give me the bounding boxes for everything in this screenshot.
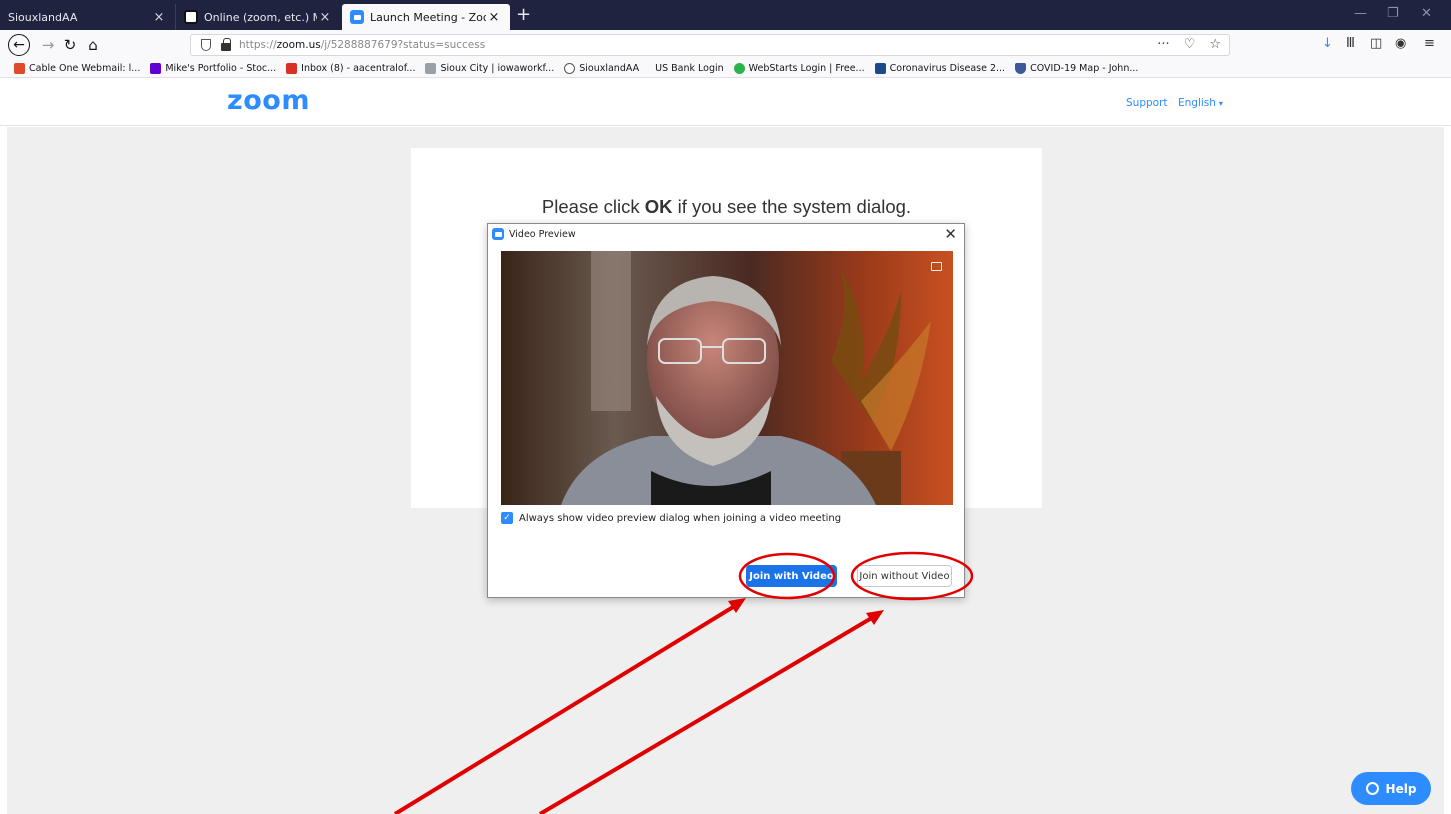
help-label: Help (1385, 781, 1417, 796)
minimize-icon[interactable]: — (1354, 6, 1367, 21)
url-text[interactable]: https://zoom.us/j/5288887679?status=succ… (239, 39, 485, 51)
close-icon[interactable]: ✕ (944, 225, 957, 243)
join-without-video-button[interactable]: Join without Video (857, 565, 952, 587)
forward-icon[interactable]: → (36, 34, 60, 56)
back-icon[interactable]: ← (8, 34, 30, 56)
zoom-logo[interactable]: zoom (227, 85, 310, 116)
new-tab-button[interactable]: + (516, 4, 531, 25)
navigation-bar: ← → ↻ ⌂ https://zoom.us/j/5288887679?sta… (0, 30, 1451, 60)
zoom-icon (350, 10, 364, 24)
help-button[interactable]: Help (1351, 772, 1431, 805)
download-icon[interactable]: ↓ (1322, 36, 1333, 51)
dialog-title: Video Preview (509, 228, 576, 240)
tab-siouxlandaa[interactable]: SiouxlandAA × (0, 4, 175, 30)
camera-preview (501, 251, 953, 505)
checkbox-checked-icon[interactable]: ✓ (501, 512, 513, 524)
bookmark-label: COVID-19 Map - John... (1030, 63, 1139, 74)
bookmark-label: Mike's Portfolio - Stoc... (165, 63, 277, 74)
gmail-icon (286, 63, 298, 74)
bookmark-sioux-city[interactable]: Sioux City | iowaworkf... (425, 63, 554, 74)
pocket-icon[interactable]: ♡ (1184, 37, 1196, 52)
sidebar-icon[interactable]: ◫ (1370, 36, 1382, 51)
globe-icon (564, 63, 576, 74)
tab-strip: SiouxlandAA × Online (zoom, etc.) Meetin… (0, 0, 1451, 30)
iowaworkforce-icon (425, 63, 437, 74)
tab-close-icon[interactable]: × (317, 10, 333, 25)
message-text-end: if you see the system dialog. (672, 196, 912, 217)
always-show-preview-option[interactable]: ✓ Always show video preview dialog when … (501, 512, 841, 524)
language-selector[interactable]: English ▾ (1178, 97, 1223, 109)
bookmark-label: SiouxlandAA (579, 63, 640, 74)
tab-title: SiouxlandAA (8, 10, 78, 24)
bookmark-label: Coronavirus Disease 2... (889, 63, 1006, 74)
bookmark-label: US Bank Login (655, 63, 724, 74)
bookmark-label: Cable One Webmail: l... (29, 63, 141, 74)
lock-icon[interactable] (221, 37, 231, 51)
checkbox-label: Always show video preview dialog when jo… (519, 512, 842, 524)
account-icon[interactable]: ◉ (1395, 36, 1406, 51)
bookmark-us-bank[interactable]: US Bank Login (655, 63, 724, 74)
bookmark-webstarts[interactable]: WebStarts Login | Free... (733, 63, 865, 74)
message-ok: OK (644, 196, 673, 217)
yahoo-icon (150, 63, 162, 74)
restore-icon[interactable]: ❐ (1387, 6, 1399, 21)
address-bar[interactable]: https://zoom.us/j/5288887679?status=succ… (190, 34, 1230, 56)
jhu-shield-icon (1015, 63, 1027, 74)
tab-close-icon[interactable]: × (486, 10, 502, 25)
url-domain: zoom.us (276, 39, 321, 51)
system-dialog-message: Please click OK if you see the system di… (411, 196, 1042, 218)
tab-close-icon[interactable]: × (151, 10, 167, 25)
library-icon[interactable]: Ⅲ (1346, 36, 1355, 51)
camera-preview-image (501, 251, 953, 505)
bookmark-label: WebStarts Login | Free... (748, 63, 865, 74)
tab-launch-meeting[interactable]: Launch Meeting - Zoom × (342, 4, 510, 30)
join-with-video-button[interactable]: Join with Video (746, 565, 837, 587)
background-icon[interactable] (931, 262, 942, 271)
bookmarks-bar: Cable One Webmail: l... Mike's Portfolio… (0, 60, 1451, 78)
bookmark-label: Inbox (8) - aacentralof... (301, 63, 416, 74)
webstarts-icon (733, 63, 745, 74)
support-link[interactable]: Support (1126, 97, 1168, 109)
menu-icon[interactable]: ≡ (1424, 36, 1435, 51)
tracking-shield-icon[interactable] (201, 39, 211, 51)
message-text: Please click (541, 196, 645, 217)
bookmark-star-icon[interactable]: ☆ (1209, 37, 1221, 52)
home-icon[interactable]: ⌂ (81, 34, 105, 56)
page-actions-icon[interactable]: ··· (1157, 37, 1169, 52)
online-site-icon (184, 10, 198, 24)
bookmark-siouxlandaa[interactable]: SiouxlandAA (564, 63, 639, 74)
close-window-icon[interactable]: ✕ (1421, 6, 1432, 21)
tab-online-meetings[interactable]: Online (zoom, etc.) Meeting Se × (175, 4, 341, 30)
url-prefix: https:// (239, 39, 277, 51)
chat-bubble-icon (1365, 782, 1379, 795)
reload-icon[interactable]: ↻ (58, 34, 82, 56)
video-preview-dialog: Video Preview ✕ ✓ Always show video prev… (487, 223, 965, 598)
bookmark-cable-one[interactable]: Cable One Webmail: l... (14, 63, 140, 74)
tab-title: Launch Meeting - Zoom (370, 10, 486, 24)
zoom-header: zoom Support English ▾ (0, 79, 1451, 126)
language-label: English (1178, 97, 1216, 109)
bookmark-coronavirus[interactable]: Coronavirus Disease 2... (874, 63, 1006, 74)
bookmark-covid-map[interactable]: COVID-19 Map - John... (1015, 63, 1138, 74)
cable-one-icon (14, 63, 25, 74)
tab-title: Online (zoom, etc.) Meeting Se (204, 10, 317, 24)
bookmark-portfolio[interactable]: Mike's Portfolio - Stoc... (150, 63, 276, 74)
bookmark-inbox[interactable]: Inbox (8) - aacentralof... (286, 63, 415, 74)
url-path: /j/5288887679?status=success (320, 39, 486, 51)
chevron-down-icon: ▾ (1218, 99, 1223, 108)
cdc-icon (874, 63, 886, 74)
bookmark-label: Sioux City | iowaworkf... (440, 63, 555, 74)
dialog-title-bar: Video Preview (492, 228, 576, 240)
zoom-icon (492, 228, 504, 240)
